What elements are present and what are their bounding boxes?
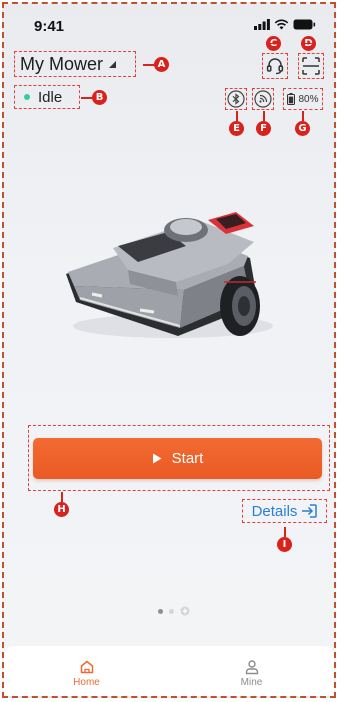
cellular-signal-icon: [254, 19, 270, 30]
tab-home[interactable]: Home: [4, 646, 169, 696]
status-bar: 9:41: [4, 4, 334, 40]
scan-icon: [302, 57, 320, 75]
dropdown-triangle-icon: [109, 61, 117, 68]
battery-indicator: 80%: [283, 88, 323, 110]
device-selector[interactable]: My Mower: [14, 51, 136, 77]
annotation-marker-d: D: [301, 36, 316, 51]
start-button[interactable]: Start: [33, 438, 322, 479]
battery-percent: 80%: [298, 93, 319, 105]
battery-icon: [287, 93, 296, 105]
network-status[interactable]: [252, 88, 274, 110]
annotation-marker-h: H: [54, 492, 69, 517]
annotation-marker-c: C: [266, 36, 281, 51]
tab-mine[interactable]: Mine: [169, 646, 334, 696]
play-icon: [152, 453, 162, 464]
annotation-marker-i: I: [277, 527, 292, 552]
bluetooth-status[interactable]: [225, 88, 247, 110]
annotation-marker-b: B: [81, 90, 107, 105]
bottom-tab-bar: Home Mine: [4, 646, 334, 696]
home-icon: [80, 660, 93, 673]
scan-button[interactable]: [298, 53, 324, 79]
wifi-icon: [274, 19, 289, 30]
tab-home-label: Home: [73, 676, 100, 688]
start-label: Start: [171, 450, 204, 467]
status-time: 9:41: [34, 18, 65, 35]
enter-arrow-icon: [302, 504, 318, 518]
page-dot-active[interactable]: [158, 608, 163, 614]
bluetooth-icon: [227, 90, 245, 108]
page-dot[interactable]: [169, 608, 174, 614]
battery-status-icon: [293, 19, 316, 30]
status-label: Idle: [38, 88, 63, 106]
annotation-marker-g: G: [295, 111, 310, 136]
details-label: Details: [251, 502, 298, 520]
user-icon: [245, 659, 258, 674]
mower-image: [66, 212, 273, 338]
device-name-label: My Mower: [20, 53, 104, 74]
add-page-icon[interactable]: [180, 606, 190, 616]
status-dot: [24, 94, 30, 100]
customer-service-button[interactable]: [262, 53, 288, 79]
details-link[interactable]: Details: [242, 499, 327, 523]
tab-mine-label: Mine: [240, 676, 263, 688]
annotation-marker-a: A: [143, 57, 169, 72]
annotation-marker-e: E: [229, 111, 244, 136]
annotation-marker-f: F: [256, 111, 271, 136]
app-screen: 9:41 My Mower A Idle B C D E F 80% G Sta…: [2, 2, 336, 698]
mower-status: Idle: [14, 85, 80, 109]
page-indicator: [158, 606, 190, 616]
headset-icon: [266, 58, 284, 75]
status-icons: [254, 19, 316, 30]
network-signal-icon: [254, 90, 272, 108]
